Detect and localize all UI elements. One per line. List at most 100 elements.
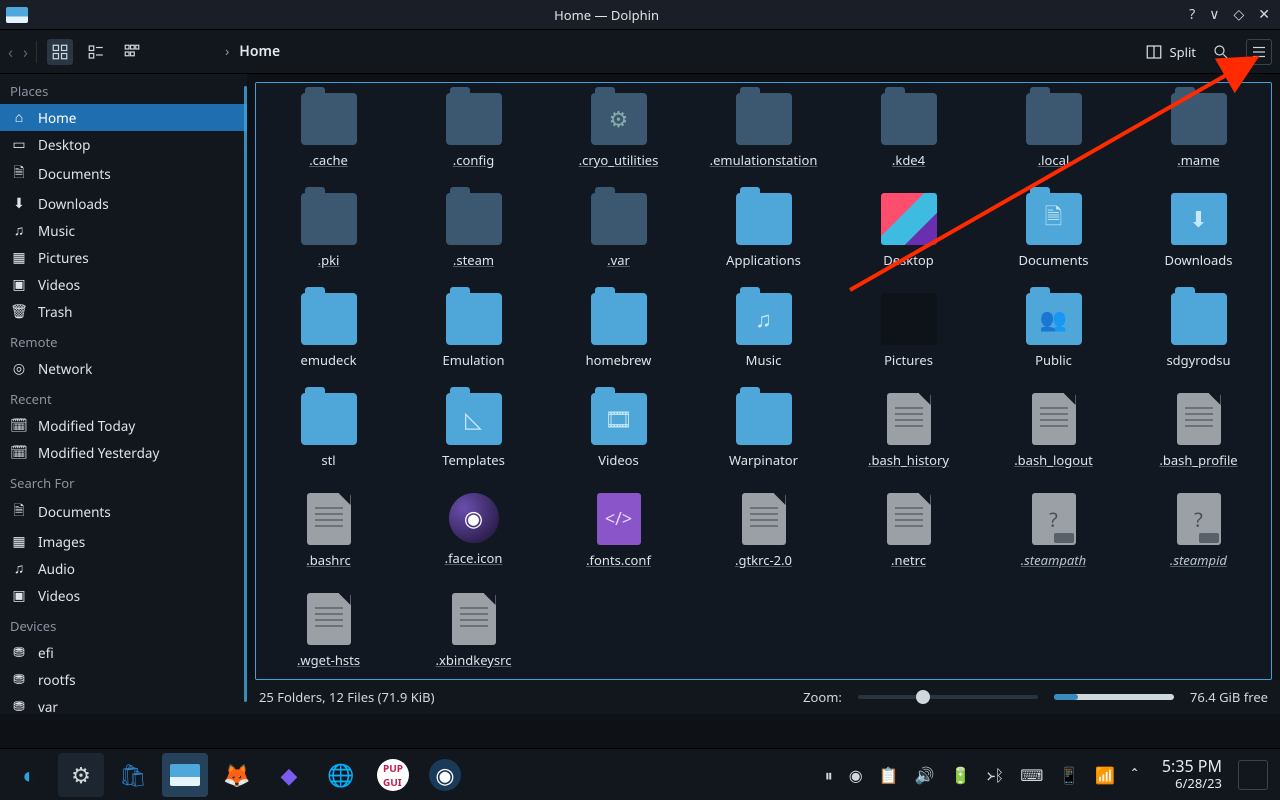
sidebar-item-documents[interactable]: 🗎Documents (0, 158, 247, 190)
sidebar-item-trash[interactable]: 🗑Trash (0, 298, 247, 325)
show-desktop-button[interactable] (1238, 760, 1268, 790)
file-label: .bashrc (306, 551, 350, 569)
file-item[interactable]: ◺Templates (401, 387, 546, 487)
file-label: .steampid (1170, 551, 1227, 569)
file-item[interactable]: Pictures (836, 287, 981, 387)
search-button[interactable] (1208, 39, 1234, 65)
taskbar-app-settings[interactable]: ⚙ (58, 753, 104, 797)
tray-bluetooth-icon[interactable]: ᚛ᛒ (987, 764, 1005, 786)
file-item[interactable]: .gtkrc-2.0 (691, 487, 836, 587)
file-item[interactable]: .var (546, 187, 691, 287)
file-item[interactable]: .steam (401, 187, 546, 287)
file-item[interactable]: .pki (256, 187, 401, 287)
file-item[interactable]: 🎞Videos (546, 387, 691, 487)
taskbar-app-dolphin[interactable] (162, 753, 208, 797)
disk-usage-bar (1054, 694, 1174, 700)
sidebar-item-modified-yesterday[interactable]: 🗓Modified Yesterday (0, 439, 247, 466)
sidebar-item-rootfs[interactable]: ⛃rootfs (0, 666, 247, 693)
file-item[interactable]: .xbindkeysrc (401, 587, 546, 680)
split-view-button[interactable]: Split (1145, 43, 1196, 61)
help-icon[interactable]: ? (1189, 5, 1195, 24)
sidebar-item-network[interactable]: ◎Network (0, 355, 247, 382)
file-item[interactable]: </>.fonts.conf (546, 487, 691, 587)
tray-battery-icon[interactable]: 🔋 (951, 764, 971, 786)
tray-clipboard-icon[interactable]: 📋 (879, 764, 899, 786)
zoom-label: Zoom: (803, 688, 842, 706)
file-item[interactable]: sdgyrodsu (1126, 287, 1271, 387)
taskbar-app-protonup[interactable]: PUPGUI (370, 753, 416, 797)
file-item[interactable]: ⚙.cryo_utilities (546, 87, 691, 187)
file-item[interactable]: Emulation (401, 287, 546, 387)
taskbar-clock[interactable]: 5:35 PM 6/28/23 (1152, 757, 1232, 792)
file-item[interactable]: 👥Public (981, 287, 1126, 387)
tray-steam-icon[interactable]: ◉ (849, 764, 863, 786)
file-item[interactable]: .config (401, 87, 546, 187)
file-item[interactable]: .wget-hsts (256, 587, 401, 680)
file-item[interactable]: .bash_profile (1126, 387, 1271, 487)
file-item[interactable]: .bash_history (836, 387, 981, 487)
sidebar-item-audio[interactable]: ♫Audio (0, 555, 247, 582)
file-item[interactable]: stl (256, 387, 401, 487)
start-button[interactable]: ◐ (6, 753, 52, 797)
file-item[interactable]: homebrew (546, 287, 691, 387)
sidebar-item-home[interactable]: ⌂Home (0, 104, 247, 131)
file-item[interactable]: ♫Music (691, 287, 836, 387)
taskbar-app-lutris[interactable]: ◆ (266, 753, 312, 797)
file-item[interactable]: Applications (691, 187, 836, 287)
view-details-button[interactable] (119, 39, 145, 65)
taskbar-app-firefox[interactable]: 🦊 (214, 753, 260, 797)
file-label: .bash_profile (1159, 451, 1237, 469)
file-label: stl (321, 451, 335, 469)
close-icon[interactable]: ✕ (1258, 5, 1270, 24)
file-item[interactable]: ◉.face.icon (401, 487, 546, 587)
sidebar-item-icon: ⛃ (10, 697, 28, 714)
nav-forward-icon[interactable]: › (23, 41, 28, 63)
taskbar-app-chrome[interactable]: 🌐 (318, 753, 364, 797)
file-item[interactable]: .local (981, 87, 1126, 187)
sidebar-item-videos[interactable]: ▣Videos (0, 271, 247, 298)
file-item[interactable]: .bashrc (256, 487, 401, 587)
taskbar-app-steam[interactable]: ◉ (422, 753, 468, 797)
breadcrumb[interactable]: › Home (225, 42, 280, 61)
file-item[interactable]: Desktop (836, 187, 981, 287)
tray-device-icon[interactable]: 📱 (1059, 764, 1079, 786)
tray-volume-icon[interactable]: 🔊 (915, 764, 935, 786)
sidebar-item-efi[interactable]: ⛃efi (0, 639, 247, 666)
file-item[interactable]: emudeck (256, 287, 401, 387)
file-item[interactable]: .netrc (836, 487, 981, 587)
maximize-icon[interactable]: ◇ (1233, 5, 1244, 24)
nav-back-icon[interactable]: ‹ (8, 41, 13, 63)
file-item[interactable]: .cache (256, 87, 401, 187)
zoom-slider[interactable] (858, 695, 1038, 699)
sidebar-item-downloads[interactable]: ⬇Downloads (0, 190, 247, 217)
tray-wifi-icon[interactable]: 📶 (1095, 764, 1115, 786)
sidebar-scrollbar[interactable] (244, 86, 247, 702)
sidebar-item-var[interactable]: ⛃var (0, 693, 247, 714)
sidebar-item-pictures[interactable]: ▦Pictures (0, 244, 247, 271)
sidebar-item-videos[interactable]: ▣Videos (0, 582, 247, 609)
sidebar-item-modified-today[interactable]: 🗓Modified Today (0, 412, 247, 439)
tray-keyboard-icon[interactable]: ⌨ (1020, 764, 1043, 786)
sidebar-item-documents[interactable]: 🗎Documents (0, 496, 247, 528)
file-item[interactable]: ?.steampath (981, 487, 1126, 587)
view-compact-button[interactable] (83, 39, 109, 65)
tray-expand-icon[interactable]: ˆ (1131, 764, 1138, 786)
taskbar-app-store[interactable]: 🛍 (110, 753, 156, 797)
tray-media-icon[interactable]: ⏸ (825, 764, 833, 786)
view-icons-button[interactable] (47, 39, 73, 65)
file-item[interactable]: ?.steampid (1126, 487, 1271, 587)
file-label: .mame (1177, 151, 1219, 169)
hamburger-menu-button[interactable] (1246, 39, 1272, 65)
sidebar-item-music[interactable]: ♫Music (0, 217, 247, 244)
sidebar-item-images[interactable]: ▦Images (0, 528, 247, 555)
file-item[interactable]: .bash_logout (981, 387, 1126, 487)
minimize-icon[interactable]: ∨ (1209, 5, 1219, 24)
file-item[interactable]: .kde4 (836, 87, 981, 187)
file-item[interactable]: Warpinator (691, 387, 836, 487)
sidebar-item-desktop[interactable]: ▭Desktop (0, 131, 247, 158)
file-item[interactable]: .mame (1126, 87, 1271, 187)
file-grid[interactable]: .cache.config⚙.cryo_utilities.emulations… (255, 82, 1272, 680)
file-item[interactable]: Downloads (1126, 187, 1271, 287)
file-item[interactable]: 🗎Documents (981, 187, 1126, 287)
file-item[interactable]: .emulationstation (691, 87, 836, 187)
